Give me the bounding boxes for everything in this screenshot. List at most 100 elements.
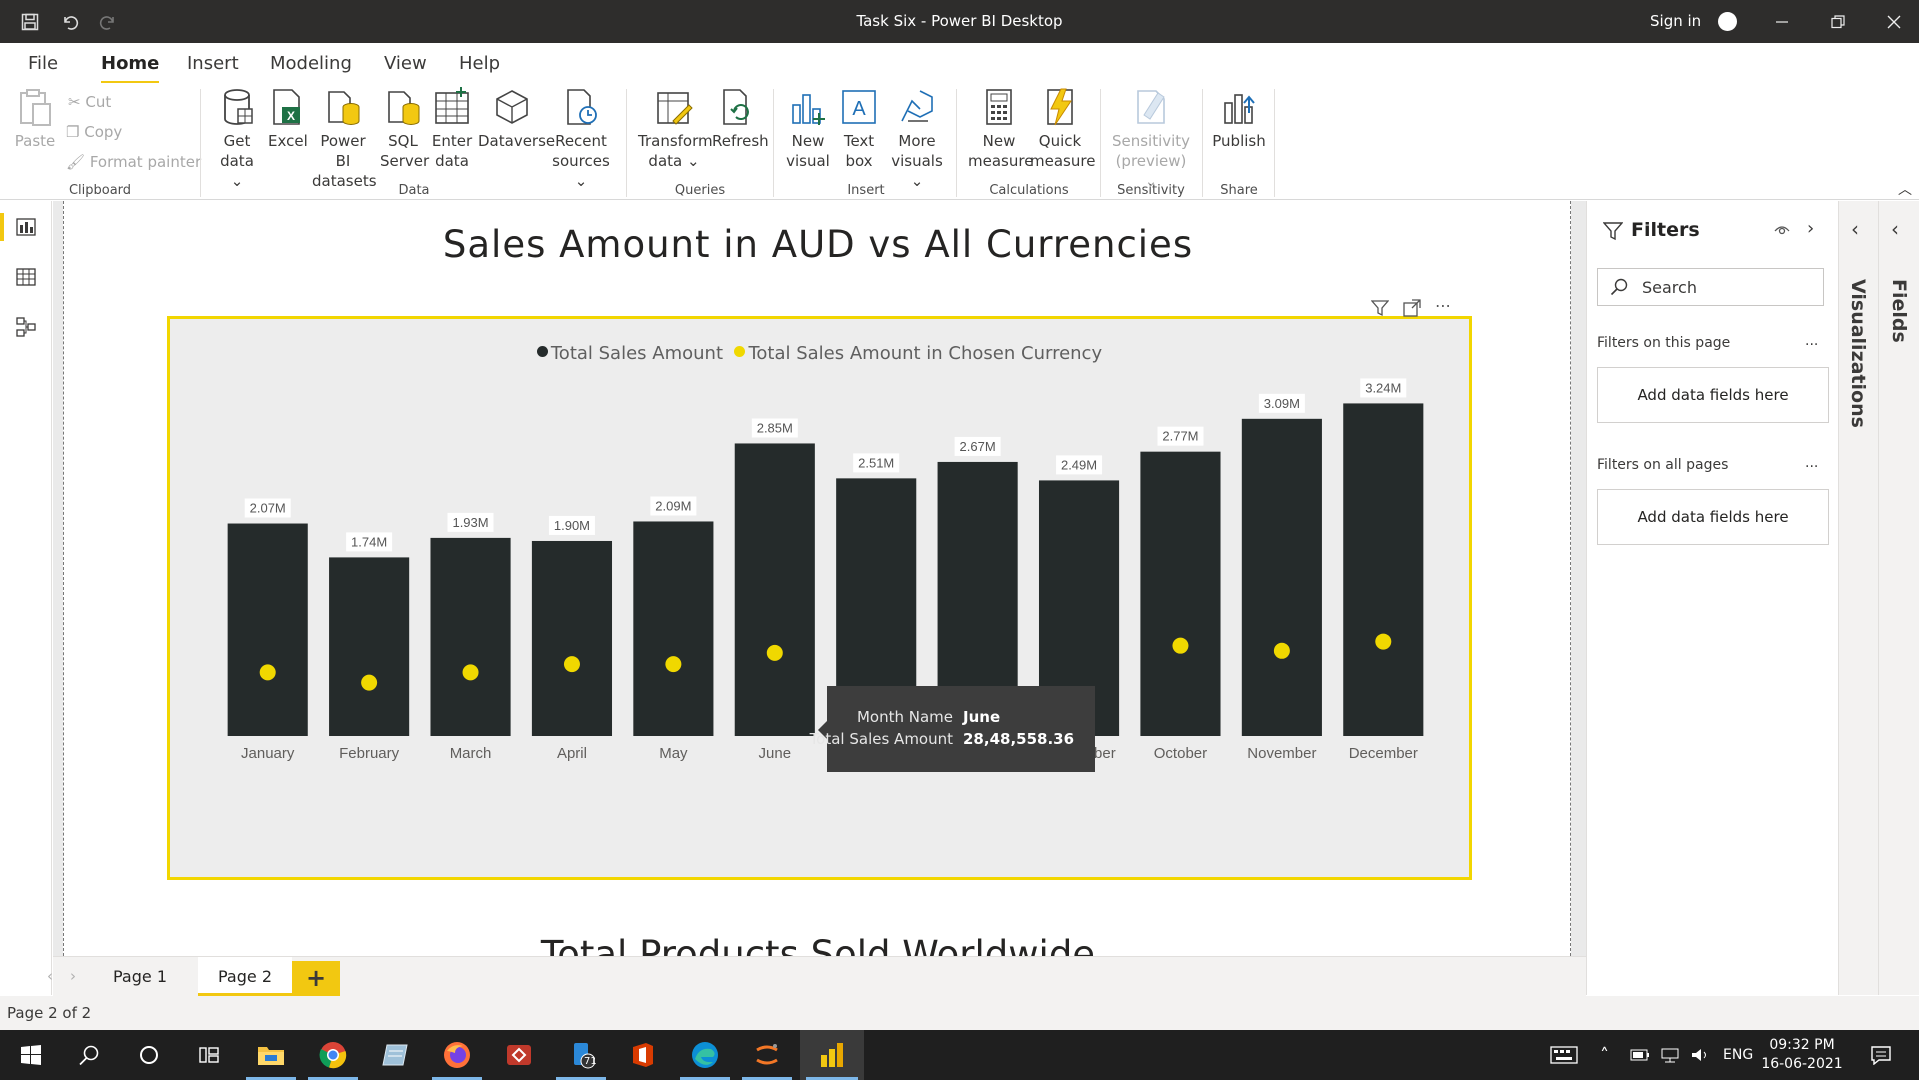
network-icon[interactable] — [1660, 1030, 1680, 1080]
sql-server-button[interactable]: SQL Server — [380, 87, 429, 171]
filter-icon[interactable] — [1370, 299, 1390, 321]
close-icon[interactable] — [1874, 0, 1914, 43]
chart-point[interactable] — [563, 656, 580, 673]
more-options-icon[interactable]: ... — [1805, 333, 1818, 349]
all-pages-filters-dropzone[interactable]: Add data fields here — [1597, 489, 1829, 545]
model-view-icon[interactable] — [10, 311, 42, 343]
focus-mode-icon[interactable] — [1403, 299, 1421, 321]
chart-point[interactable] — [665, 656, 682, 673]
copy-button[interactable]: ❐ Copy — [66, 123, 122, 141]
chart-bar[interactable] — [531, 540, 613, 736]
paste-button[interactable]: Paste — [14, 87, 56, 151]
volume-icon[interactable] — [1690, 1030, 1710, 1080]
notifications-icon[interactable] — [1870, 1030, 1892, 1080]
report-view-icon[interactable] — [0, 211, 42, 243]
save-icon[interactable] — [10, 0, 50, 43]
enter-data-button[interactable]: Enter data — [430, 87, 474, 171]
chart-point[interactable] — [1172, 637, 1189, 654]
new-measure-button[interactable]: New measure — [968, 87, 1033, 171]
filters-header: Filters — [1631, 219, 1700, 241]
sign-in-link[interactable]: Sign in — [1650, 0, 1701, 43]
dataverse-button[interactable]: Dataverse — [478, 87, 555, 151]
chevron-left-icon[interactable]: ‹ — [47, 967, 53, 985]
chart-bar[interactable] — [1343, 403, 1424, 736]
battery-icon[interactable] — [1630, 1030, 1650, 1080]
search-icon[interactable] — [58, 1030, 120, 1080]
get-data-button[interactable]: Get data ⌄ — [212, 87, 262, 191]
chart-point[interactable] — [361, 674, 378, 691]
chevron-right-icon[interactable]: › — [70, 967, 76, 985]
more-visuals-button[interactable]: More visuals ⌄ — [888, 87, 946, 191]
x-axis-tick-label: January — [241, 745, 295, 762]
chrome-icon[interactable] — [302, 1030, 364, 1080]
power-bi-datasets-button[interactable]: Power BI datasets — [312, 87, 377, 191]
file-explorer-icon[interactable] — [240, 1030, 302, 1080]
chart-point[interactable] — [462, 664, 479, 681]
chart-bar[interactable] — [1140, 451, 1221, 736]
tab-file[interactable]: File — [28, 53, 58, 74]
edge-icon[interactable] — [674, 1030, 736, 1080]
tab-modeling[interactable]: Modeling — [270, 53, 352, 74]
notes-app-icon[interactable] — [364, 1030, 426, 1080]
undo-icon[interactable] — [50, 0, 90, 43]
excel-button[interactable]: X Excel — [268, 87, 308, 151]
language-indicator[interactable]: ENG — [1723, 1030, 1753, 1080]
tab-insert[interactable]: Insert — [187, 53, 239, 74]
restore-icon[interactable] — [1818, 0, 1858, 43]
more-options-icon[interactable]: ... — [1805, 455, 1818, 471]
chevron-left-icon[interactable]: ‹ — [1891, 217, 1899, 241]
chart-bar[interactable] — [1241, 418, 1322, 736]
recent-sources-button[interactable]: Recent sources ⌄ — [548, 87, 614, 191]
jupyter-icon[interactable] — [736, 1030, 798, 1080]
anydesk-icon[interactable] — [488, 1030, 550, 1080]
chart-bar[interactable] — [227, 523, 308, 736]
clock[interactable]: 09:32 PM 16-06-2021 — [1760, 1036, 1844, 1074]
chart-bar[interactable] — [633, 521, 714, 736]
chart-bar[interactable] — [734, 443, 815, 736]
tab-view[interactable]: View — [384, 53, 427, 74]
tab-help[interactable]: Help — [459, 53, 500, 74]
windows-start-icon[interactable] — [0, 1030, 62, 1080]
chart-visual[interactable]: ⋯ Total Sales Amount Total Sales Amount … — [167, 298, 1472, 880]
office-icon[interactable] — [612, 1030, 674, 1080]
phone-app-icon[interactable]: 71 — [550, 1030, 612, 1080]
page-filters-dropzone[interactable]: Add data fields here — [1597, 367, 1829, 423]
avatar[interactable] — [1718, 12, 1737, 31]
sensitivity-button[interactable]: Sensitivity (preview) ⌄ — [1108, 87, 1194, 191]
redo-icon[interactable] — [88, 0, 128, 43]
chevron-left-icon[interactable]: ‹ — [1851, 217, 1859, 241]
filters-search-input[interactable]: Search — [1597, 268, 1824, 306]
new-visual-button[interactable]: New visual — [785, 87, 831, 171]
task-view-icon[interactable] — [178, 1030, 240, 1080]
chart-point[interactable] — [259, 664, 276, 681]
add-page-button[interactable]: + — [292, 961, 340, 997]
page-tab-2[interactable]: Page 2 — [198, 957, 292, 997]
cortana-icon[interactable] — [118, 1030, 180, 1080]
keyboard-icon[interactable] — [1550, 1030, 1578, 1080]
format-painter-button[interactable]: 🖌 Format painter — [66, 153, 201, 171]
data-view-icon[interactable] — [10, 261, 42, 293]
publish-button[interactable]: Publish — [1212, 87, 1266, 151]
power-bi-icon[interactable] — [800, 1030, 864, 1080]
transform-data-button[interactable]: Transform data ⌄ — [638, 87, 713, 171]
text-box-button[interactable]: A Text box — [836, 87, 882, 171]
chevron-right-icon[interactable]: › — [1807, 218, 1814, 239]
cut-button[interactable]: ✂ Cut — [68, 93, 111, 111]
chart-point[interactable] — [1273, 642, 1290, 659]
chart-point[interactable] — [766, 644, 783, 661]
page-tab-1[interactable]: Page 1 — [95, 957, 185, 997]
tab-home[interactable]: Home — [101, 53, 160, 84]
minimize-icon[interactable] — [1762, 0, 1802, 43]
chart-bar[interactable] — [329, 557, 410, 736]
refresh-button[interactable]: Refresh — [712, 87, 769, 151]
chevron-up-icon[interactable]: ˄ — [1600, 1030, 1609, 1080]
visualizations-pane[interactable]: ‹ Visualizations — [1838, 201, 1878, 995]
chart-bar[interactable] — [430, 537, 511, 736]
collapse-ribbon-icon[interactable]: ︿ — [1898, 179, 1912, 199]
quick-measure-button[interactable]: Quick measure — [1030, 87, 1095, 171]
chart-point[interactable] — [1375, 633, 1392, 650]
eye-icon[interactable] — [1773, 221, 1791, 243]
fields-pane[interactable]: ‹ Fields — [1878, 201, 1919, 995]
more-options-icon[interactable]: ⋯ — [1435, 298, 1451, 321]
firefox-icon[interactable] — [426, 1030, 488, 1080]
